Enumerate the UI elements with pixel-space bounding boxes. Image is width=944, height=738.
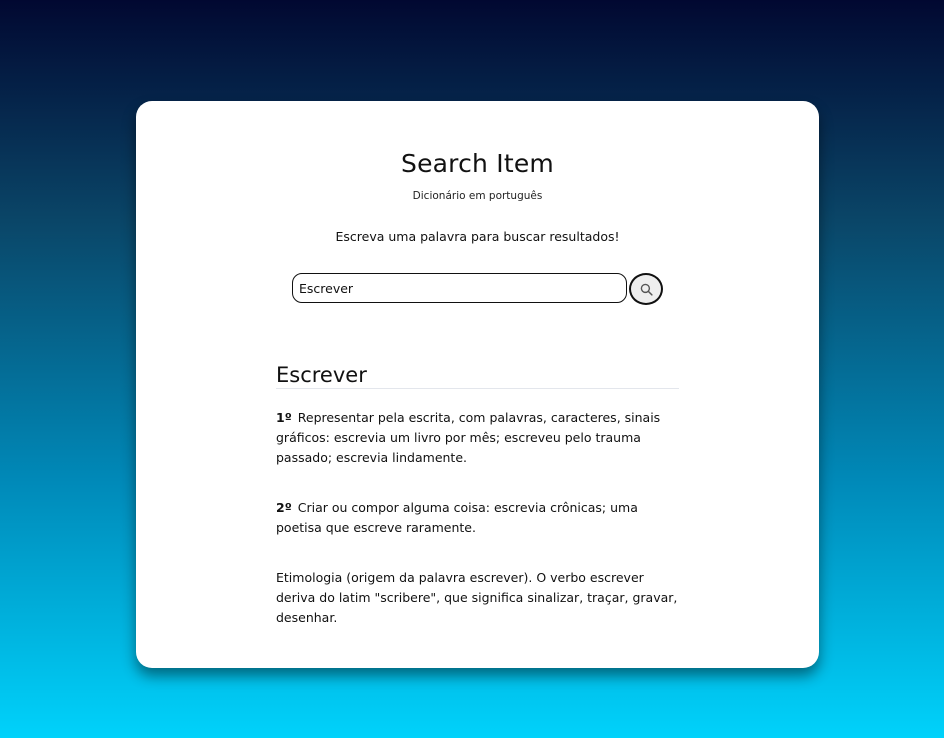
dictionary-card: Search Item Dicionário em português Escr… — [136, 101, 819, 668]
etymology-text: Etimologia (origem da palavra escrever).… — [276, 570, 678, 625]
definition-ordinal: 1º — [276, 410, 292, 425]
search-input[interactable] — [292, 273, 627, 303]
definition-text: Criar ou compor alguma coisa: escrevia c… — [276, 500, 638, 535]
definition-ordinal: 2º — [276, 500, 292, 515]
result-word: Escrever — [276, 363, 679, 389]
search-icon — [640, 283, 653, 296]
definition-item: 1º Representar pela escrita, com palavras… — [276, 408, 679, 468]
page-title: Search Item — [401, 149, 554, 178]
definition-text: Representar pela escrita, com palavras, … — [276, 410, 661, 465]
definition-item: 2º Criar ou compor alguma coisa: escrevia… — [276, 498, 679, 538]
result-section: Escrever 1º Representar pela escrita, com… — [276, 363, 679, 628]
page-subtitle: Dicionário em português — [412, 190, 543, 202]
search-prompt: Escreva uma palavra para buscar resultad… — [335, 229, 620, 244]
search-button[interactable] — [629, 273, 663, 305]
